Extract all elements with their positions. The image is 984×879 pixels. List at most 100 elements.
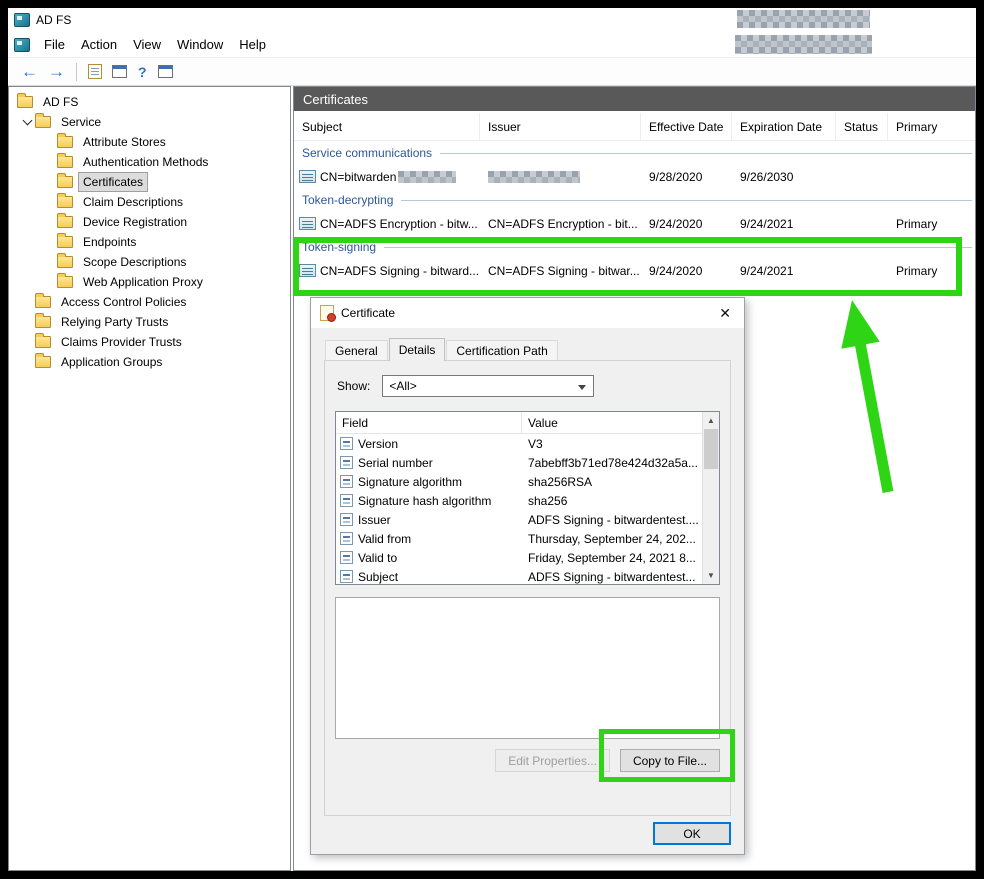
dialog-title-bar: Certificate ✕: [311, 298, 744, 328]
show-label: Show:: [337, 379, 370, 393]
column-effective-date[interactable]: Effective Date: [641, 113, 732, 140]
field-row-signature-algorithm[interactable]: Signature algorithm sha256RSA: [336, 472, 702, 491]
tree-item-attribute-stores[interactable]: Attribute Stores: [9, 132, 290, 152]
close-icon[interactable]: ✕: [706, 305, 744, 322]
show-dropdown-value: <All>: [389, 379, 416, 393]
adfs-app-icon-small: [14, 38, 30, 52]
toolbar-separator: [76, 63, 77, 81]
tree-item-web-application-proxy[interactable]: Web Application Proxy: [9, 272, 290, 292]
console-window-icon[interactable]: [112, 65, 127, 78]
folder-icon: [57, 176, 73, 188]
tab-general[interactable]: General: [325, 340, 388, 360]
certificate-icon: [320, 305, 334, 321]
folder-icon: [57, 276, 73, 288]
tree-item-access-control-policies[interactable]: Access Control Policies: [9, 292, 290, 312]
field-row-valid-from[interactable]: Valid from Thursday, September 24, 202..…: [336, 529, 702, 548]
export-list-icon[interactable]: [88, 64, 102, 79]
tree-item-service[interactable]: Service: [9, 112, 290, 132]
fields-list: Field Value Version V3 Serial number 7ab…: [335, 411, 720, 585]
tree-item-adfs-root[interactable]: AD FS: [9, 92, 290, 112]
new-window-icon[interactable]: [158, 65, 173, 78]
tree-item-device-registration[interactable]: Device Registration: [9, 212, 290, 232]
tree-item-application-groups[interactable]: Application Groups: [9, 352, 290, 372]
folder-icon: [35, 336, 51, 348]
field-row-serial-number[interactable]: Serial number 7abebff3b71ed78e424d32a5a.…: [336, 453, 702, 472]
field-icon: [340, 456, 353, 469]
menu-action[interactable]: Action: [73, 34, 125, 55]
dialog-tabs: General Details Certification Path: [325, 338, 559, 360]
column-expiration-date[interactable]: Expiration Date: [732, 113, 836, 140]
field-icon: [340, 551, 353, 564]
field-icon: [340, 532, 353, 545]
copy-to-file-button[interactable]: Copy to File...: [620, 749, 720, 772]
folder-icon: [57, 156, 73, 168]
menu-file[interactable]: File: [36, 34, 73, 55]
tree-item-endpoints[interactable]: Endpoints: [9, 232, 290, 252]
tree-item-claim-descriptions[interactable]: Claim Descriptions: [9, 192, 290, 212]
tab-details[interactable]: Details: [389, 338, 446, 361]
toolbar: ← → ?: [8, 58, 976, 86]
console-tree: AD FS Service Attribute Stores Authentic…: [8, 86, 291, 871]
table-row-service-communications[interactable]: CN=bitwarden 9/28/2020 9/26/2030: [294, 165, 975, 188]
group-token-signing: Token-signing: [294, 235, 975, 259]
panel-header: Certificates: [294, 87, 975, 111]
menu-window[interactable]: Window: [169, 34, 231, 55]
show-dropdown[interactable]: <All>: [382, 375, 594, 397]
column-issuer[interactable]: Issuer: [480, 113, 641, 140]
tab-certification-path[interactable]: Certification Path: [446, 340, 557, 360]
screenshot-frame: AD FS File Action View Window Help ← → ?: [0, 0, 984, 879]
window-title: AD FS: [36, 13, 71, 27]
group-service-communications: Service communications: [294, 141, 975, 165]
dialog-title: Certificate: [341, 306, 395, 320]
column-subject[interactable]: Subject: [294, 113, 480, 140]
back-icon[interactable]: ←: [21, 63, 38, 80]
tree-item-certificates[interactable]: Certificates: [9, 172, 290, 192]
scrollbar[interactable]: ▲ ▼: [702, 412, 719, 584]
field-column-header[interactable]: Field: [336, 412, 522, 433]
field-row-version[interactable]: Version V3: [336, 434, 702, 453]
certificate-row-icon: [299, 217, 316, 230]
column-status[interactable]: Status: [836, 113, 888, 140]
menu-help[interactable]: Help: [231, 34, 274, 55]
fields-list-header: Field Value: [336, 412, 702, 434]
folder-icon: [17, 96, 33, 108]
folder-icon: [57, 216, 73, 228]
details-tab-page: Show: <All> Field Value Version V3: [324, 360, 731, 816]
field-detail-box: [335, 597, 720, 739]
field-icon: [340, 494, 353, 507]
tree-item-relying-party-trusts[interactable]: Relying Party Trusts: [9, 312, 290, 332]
folder-icon: [35, 356, 51, 368]
table-row-token-decrypting[interactable]: CN=ADFS Encryption - bitw... CN=ADFS Enc…: [294, 212, 975, 235]
folder-icon: [35, 296, 51, 308]
folder-icon: [57, 236, 73, 248]
edit-properties-button[interactable]: Edit Properties...: [495, 749, 610, 772]
tree-item-authentication-methods[interactable]: Authentication Methods: [9, 152, 290, 172]
field-row-issuer[interactable]: Issuer ADFS Signing - bitwardentest....: [336, 510, 702, 529]
table-row-token-signing[interactable]: CN=ADFS Signing - bitward... CN=ADFS Sig…: [294, 259, 975, 282]
scroll-down-icon[interactable]: ▼: [703, 567, 719, 584]
ok-button[interactable]: OK: [653, 822, 731, 845]
redacted-subject-region: [398, 171, 456, 183]
folder-icon: [57, 256, 73, 268]
forward-icon[interactable]: →: [48, 63, 65, 80]
help-icon[interactable]: ?: [138, 64, 147, 80]
field-row-signature-hash-algorithm[interactable]: Signature hash algorithm sha256: [336, 491, 702, 510]
tree-item-scope-descriptions[interactable]: Scope Descriptions: [9, 252, 290, 272]
folder-icon: [57, 196, 73, 208]
chevron-expanded-icon: [22, 116, 32, 126]
menu-view[interactable]: View: [125, 34, 169, 55]
group-token-decrypting: Token-decrypting: [294, 188, 975, 212]
column-primary[interactable]: Primary: [888, 113, 975, 140]
folder-icon: [35, 116, 51, 128]
field-icon: [340, 513, 353, 526]
column-headers: Subject Issuer Effective Date Expiration…: [294, 113, 975, 141]
field-row-subject[interactable]: Subject ADFS Signing - bitwardentest...: [336, 567, 702, 584]
tree-item-claims-provider-trusts[interactable]: Claims Provider Trusts: [9, 332, 290, 352]
scrollbar-thumb[interactable]: [704, 429, 718, 469]
certificate-dialog: Certificate ✕ General Details Certificat…: [310, 297, 745, 855]
redacted-menubar-region: [735, 35, 872, 54]
value-column-header[interactable]: Value: [522, 416, 702, 430]
redacted-titlebar-region: [737, 10, 870, 28]
field-row-valid-to[interactable]: Valid to Friday, September 24, 2021 8...: [336, 548, 702, 567]
scroll-up-icon[interactable]: ▲: [703, 412, 719, 429]
